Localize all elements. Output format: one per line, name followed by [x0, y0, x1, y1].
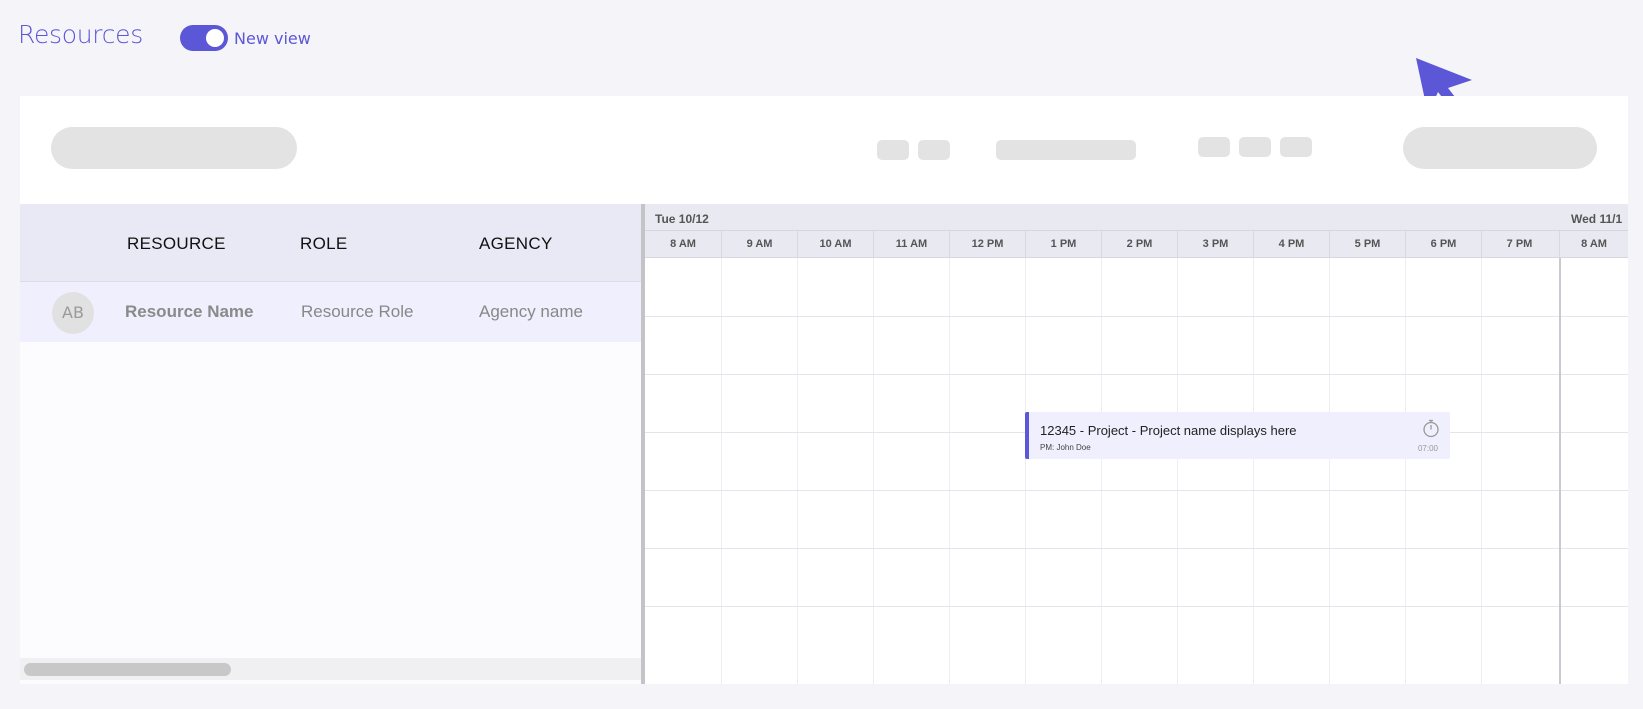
view-button-placeholder[interactable]	[1239, 137, 1271, 157]
resource-table-header: RESOURCE ROLE AGENCY	[20, 204, 641, 281]
stopwatch-icon	[1423, 419, 1439, 438]
hour-label: 8 AM	[1559, 231, 1628, 258]
hour-label: 12 PM	[949, 231, 1025, 258]
view-button-placeholder[interactable]	[1280, 137, 1312, 157]
hour-label: 9 AM	[721, 231, 797, 258]
calendar-grid[interactable]	[645, 258, 1628, 684]
table-row[interactable]: AB Resource Name Resource Role Agency na…	[20, 281, 641, 342]
project-event[interactable]: 12345 - Project - Project name displays …	[1025, 412, 1450, 459]
calendar-hour-row: 8 AM 9 AM 10 AM 11 AM 12 PM 1 PM 2 PM 3 …	[645, 231, 1628, 258]
hour-label: 8 AM	[670, 238, 696, 250]
event-duration: 07:00	[1417, 444, 1438, 453]
hour-label: 7 PM	[1481, 231, 1557, 258]
event-title: 12345 - Project - Project name displays …	[1040, 423, 1297, 438]
column-header-role[interactable]: ROLE	[300, 234, 348, 254]
resource-role: Resource Role	[301, 302, 414, 321]
toolbar-button-placeholder[interactable]	[918, 140, 950, 160]
calendar-timeline: Tue 10/12 Wed 11/1 8 AM 9 AM 10 AM 11 AM…	[645, 204, 1628, 684]
date-label-day-1: Tue 10/12	[655, 212, 709, 226]
toolbar	[20, 96, 1628, 204]
scrollbar-thumb[interactable]	[24, 663, 231, 676]
hour-label: 1 PM	[1025, 231, 1101, 258]
new-view-toggle[interactable]	[180, 25, 228, 51]
search-placeholder[interactable]	[51, 127, 297, 169]
day-divider	[1559, 258, 1561, 684]
hour-label: 6 PM	[1405, 231, 1481, 258]
avatar: AB	[52, 292, 94, 334]
new-view-toggle-label: New view	[234, 29, 311, 48]
page-title: Resources	[18, 20, 143, 49]
resource-name: Resource Name	[125, 302, 254, 321]
event-project-manager: PM: John Doe	[1040, 443, 1091, 452]
resource-scheduler: RESOURCE ROLE AGENCY AB Resource Name Re…	[20, 96, 1628, 684]
hour-label: 3 PM	[1177, 231, 1253, 258]
hour-label: 11 AM	[873, 231, 949, 258]
toolbar-button-placeholder[interactable]	[877, 140, 909, 160]
hour-label: 2 PM	[1101, 231, 1177, 258]
column-header-agency[interactable]: AGENCY	[479, 234, 553, 254]
horizontal-scrollbar[interactable]	[20, 658, 641, 680]
date-label-day-2: Wed 11/1	[1571, 212, 1623, 226]
calendar-date-row: Tue 10/12 Wed 11/1	[645, 204, 1628, 231]
date-range-placeholder[interactable]	[996, 140, 1136, 160]
toggle-knob	[206, 29, 224, 47]
column-header-resource[interactable]: RESOURCE	[127, 234, 226, 254]
view-button-placeholder[interactable]	[1198, 137, 1230, 157]
resource-list: RESOURCE ROLE AGENCY AB Resource Name Re…	[20, 204, 641, 684]
resource-agency: Agency name	[479, 302, 583, 321]
hour-label: 10 AM	[797, 231, 873, 258]
hour-label: 4 PM	[1253, 231, 1329, 258]
hour-label: 5 PM	[1329, 231, 1405, 258]
action-button-placeholder[interactable]	[1403, 127, 1597, 169]
